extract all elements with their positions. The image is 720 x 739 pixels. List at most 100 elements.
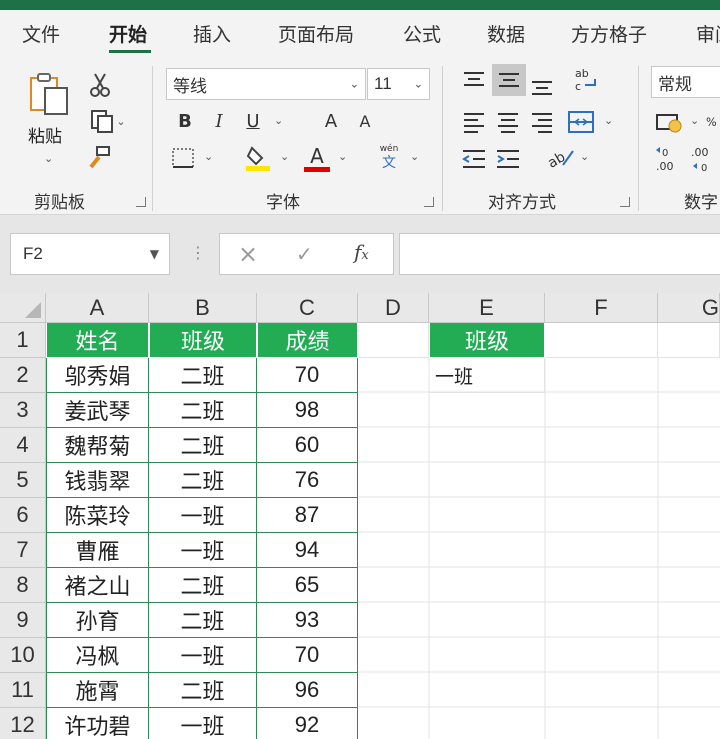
clipboard-launcher-icon[interactable] [136, 197, 146, 207]
borders-icon[interactable] [170, 146, 196, 170]
increase-indent-icon[interactable] [494, 146, 522, 172]
table-cell-name[interactable]: 曹雁 [46, 533, 149, 568]
confirm-entry-icon[interactable]: ✓ [296, 242, 313, 266]
table-cell-score[interactable]: 76 [257, 463, 358, 498]
table-cell-class[interactable]: 二班 [149, 463, 257, 498]
merge-center-icon[interactable] [566, 108, 596, 136]
table-cell-name[interactable]: 许功碧 [46, 708, 149, 739]
column-header-d[interactable]: D [358, 293, 429, 323]
borders-dropdown-icon[interactable]: ⌄ [204, 150, 213, 163]
accounting-dropdown-icon[interactable]: ⌄ [690, 114, 699, 127]
table-cell-class[interactable]: 一班 [149, 708, 257, 739]
row-header-5[interactable]: 5 [0, 463, 46, 498]
alignment-launcher-icon[interactable] [620, 197, 630, 207]
column-header-c[interactable]: C [257, 293, 358, 323]
decrease-indent-icon[interactable] [460, 146, 488, 172]
fill-color-icon[interactable] [244, 144, 272, 172]
paste-label[interactable]: 粘贴 [28, 122, 62, 147]
table-cell-score[interactable]: 98 [257, 393, 358, 428]
tab-data[interactable]: 数据 [487, 20, 525, 47]
criteria-header[interactable]: 班级 [430, 323, 544, 357]
table-cell-name[interactable]: 邬秀娟 [46, 358, 149, 393]
table-cell-score[interactable]: 93 [257, 603, 358, 638]
cell-g1[interactable] [658, 323, 720, 358]
paste-icon[interactable] [26, 72, 74, 118]
table-cell-class[interactable]: 二班 [149, 428, 257, 463]
table-header-score[interactable]: 成绩 [258, 323, 357, 357]
table-cell-name[interactable]: 施霄 [46, 673, 149, 708]
merge-dropdown-icon[interactable]: ⌄ [604, 114, 613, 127]
row-header-2[interactable]: 2 [0, 358, 46, 393]
table-cell-score[interactable]: 92 [257, 708, 358, 739]
table-cell-score[interactable]: 96 [257, 673, 358, 708]
accounting-format-icon[interactable] [654, 108, 684, 136]
font-color-dropdown-icon[interactable]: ⌄ [338, 150, 347, 163]
table-cell-score[interactable]: 70 [257, 638, 358, 673]
row-header-6[interactable]: 6 [0, 498, 46, 533]
tab-review[interactable]: 审阅 [696, 20, 720, 47]
cell-f1[interactable] [545, 323, 658, 358]
row-header-1[interactable]: 1 [0, 323, 46, 358]
number-format-select[interactable]: 常规 [651, 66, 720, 98]
table-cell-score[interactable]: 70 [257, 358, 358, 393]
cell-d1[interactable] [358, 323, 429, 358]
row-header-10[interactable]: 10 [0, 638, 46, 673]
paste-dropdown-icon[interactable]: ⌄ [44, 152, 53, 165]
table-cell-name[interactable]: 陈菜玲 [46, 498, 149, 533]
tab-file[interactable]: 文件 [22, 20, 60, 47]
formula-bar-handle-icon[interactable]: ⋮ [190, 243, 206, 262]
table-header-class[interactable]: 班级 [150, 323, 256, 357]
column-header-a[interactable]: A [46, 293, 149, 323]
table-cell-class[interactable]: 二班 [149, 358, 257, 393]
formula-input[interactable] [399, 233, 720, 275]
row-header-12[interactable]: 12 [0, 708, 46, 739]
table-cell-name[interactable]: 魏帮菊 [46, 428, 149, 463]
table-cell-score[interactable]: 65 [257, 568, 358, 603]
table-cell-name[interactable]: 钱翡翠 [46, 463, 149, 498]
table-cell-class[interactable]: 一班 [149, 533, 257, 568]
table-cell-name[interactable]: 孙育 [46, 603, 149, 638]
insert-function-icon[interactable]: fx [354, 240, 369, 264]
row-header-3[interactable]: 3 [0, 393, 46, 428]
middle-align-icon[interactable] [492, 64, 526, 96]
column-header-g[interactable]: G [658, 293, 720, 323]
table-cell-class[interactable]: 二班 [149, 603, 257, 638]
bottom-align-icon[interactable] [528, 72, 556, 100]
table-cell-class[interactable]: 二班 [149, 673, 257, 708]
column-header-f[interactable]: F [545, 293, 658, 323]
italic-button[interactable]: I [208, 108, 230, 134]
shrink-font-button[interactable]: A [352, 108, 378, 134]
fill-color-dropdown-icon[interactable]: ⌄ [280, 150, 289, 163]
table-cell-class[interactable]: 一班 [149, 498, 257, 533]
orientation-icon[interactable]: ab [544, 144, 576, 172]
name-box[interactable]: F2 ▼ [10, 233, 170, 275]
table-cell-class[interactable]: 二班 [149, 568, 257, 603]
table-cell-name[interactable]: 褚之山 [46, 568, 149, 603]
tab-fangfange[interactable]: 方方格子 [571, 20, 647, 47]
column-header-e[interactable]: E [429, 293, 545, 323]
tab-insert[interactable]: 插入 [193, 20, 231, 47]
align-left-icon[interactable] [460, 108, 488, 136]
row-header-9[interactable]: 9 [0, 603, 46, 638]
row-header-11[interactable]: 11 [0, 673, 46, 708]
font-color-button[interactable]: A [302, 142, 332, 174]
copy-icon[interactable]: ⌄ [86, 108, 130, 134]
top-align-icon[interactable] [460, 66, 488, 94]
align-center-icon[interactable] [494, 108, 522, 136]
increase-decimal-icon[interactable]: 0.00 [654, 144, 684, 174]
bold-button[interactable]: B [174, 108, 196, 134]
cancel-entry-icon[interactable]: × [238, 240, 258, 268]
underline-dropdown-icon[interactable]: ⌄ [274, 114, 283, 127]
percent-icon[interactable]: % [706, 108, 720, 136]
format-painter-icon[interactable] [86, 144, 112, 170]
table-header-name[interactable]: 姓名 [47, 323, 148, 357]
copy-dropdown-icon[interactable]: ⌄ [116, 115, 125, 128]
grow-font-button[interactable]: A [318, 108, 344, 134]
underline-button[interactable]: U [242, 108, 264, 134]
table-cell-name[interactable]: 冯枫 [46, 638, 149, 673]
table-cell-score[interactable]: 94 [257, 533, 358, 568]
decrease-decimal-icon[interactable]: .00 0 [688, 144, 720, 174]
font-size-select[interactable]: 11 ⌄ [367, 68, 430, 100]
tab-formulas[interactable]: 公式 [403, 20, 441, 47]
wrap-text-icon[interactable]: ab c [570, 64, 600, 94]
